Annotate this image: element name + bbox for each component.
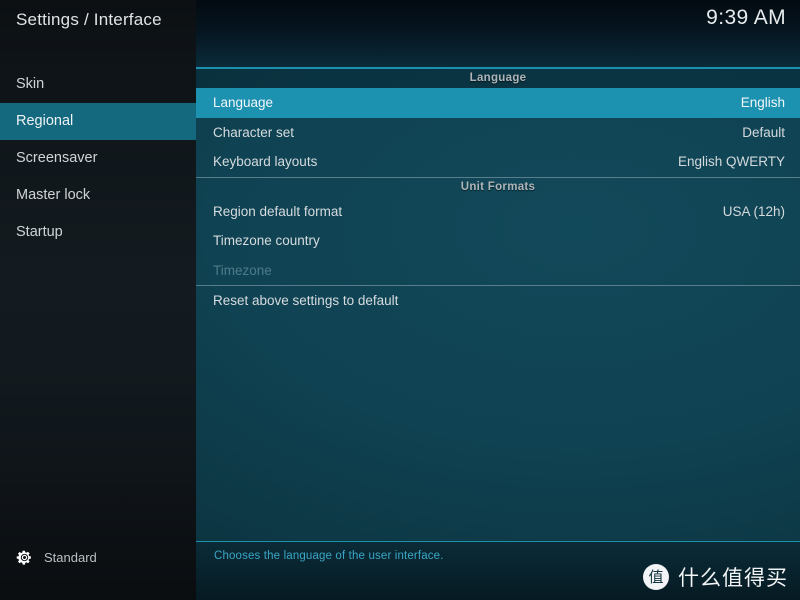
sidebar-item-label: Master lock (16, 187, 91, 203)
sidebar-item-skin[interactable]: Skin (0, 66, 196, 103)
setting-label: Timezone (213, 262, 272, 278)
settings-list: Language Language English Character set Defa… (196, 69, 800, 316)
setting-row-timezone-country[interactable]: Timezone country (196, 226, 800, 256)
watermark: 值 什么值得买 (643, 562, 788, 592)
setting-row-timezone: Timezone (196, 256, 800, 286)
setting-value: Default (742, 124, 785, 140)
sidebar-category-list: Skin Regional Screensaver Master lock Startu… (0, 66, 196, 251)
setting-value: USA (12h) (722, 203, 785, 219)
setting-label: Keyboard layouts (213, 154, 318, 170)
setting-label: Region default format (213, 203, 343, 219)
settings-level-label: Standard (44, 550, 97, 565)
section-header: Language (196, 69, 800, 88)
sidebar-item-regional[interactable]: Regional (0, 103, 196, 140)
sidebar-item-label: Screensaver (16, 150, 98, 166)
settings-level-button[interactable]: Standard (16, 549, 97, 566)
sidebar-item-label: Skin (16, 76, 45, 92)
setting-value: English (740, 95, 785, 111)
watermark-badge-icon: 值 (643, 564, 669, 590)
sidebar-item-label: Startup (16, 224, 63, 240)
sidebar-item-label: Regional (16, 113, 74, 129)
gear-icon (16, 549, 33, 566)
setting-label: Reset above settings to default (213, 293, 399, 309)
setting-row-language[interactable]: Language English (196, 88, 800, 118)
kodi-settings-screen: Settings / Interface Skin Regional Screens… (0, 0, 800, 600)
setting-label: Language (213, 95, 274, 111)
help-text: Chooses the language of the user interfa… (214, 550, 444, 562)
page-title: Settings / Interface (16, 10, 162, 29)
setting-row-region-default-format[interactable]: Region default format USA (12h) (196, 197, 800, 227)
watermark-text: 什么值得买 (678, 566, 788, 590)
sidebar-item-screensaver[interactable]: Screensaver (0, 140, 196, 177)
setting-label: Character set (213, 124, 295, 140)
setting-value: English QWERTY (677, 154, 785, 170)
sidebar-item-master-lock[interactable]: Master lock (0, 177, 196, 214)
setting-row-reset-above-settings-to-default[interactable]: Reset above settings to default (196, 286, 800, 316)
section-header: Unit Formats (460, 180, 536, 193)
sidebar-item-startup[interactable]: Startup (0, 214, 196, 251)
clock: 9:39 AM (706, 6, 786, 29)
setting-row-character-set[interactable]: Character set Default (196, 118, 800, 148)
sidebar: Settings / Interface Skin Regional Screens… (0, 0, 196, 600)
setting-row-keyboard-layouts[interactable]: Keyboard layouts English QWERTY (196, 147, 800, 177)
setting-label: Timezone country (213, 233, 320, 249)
